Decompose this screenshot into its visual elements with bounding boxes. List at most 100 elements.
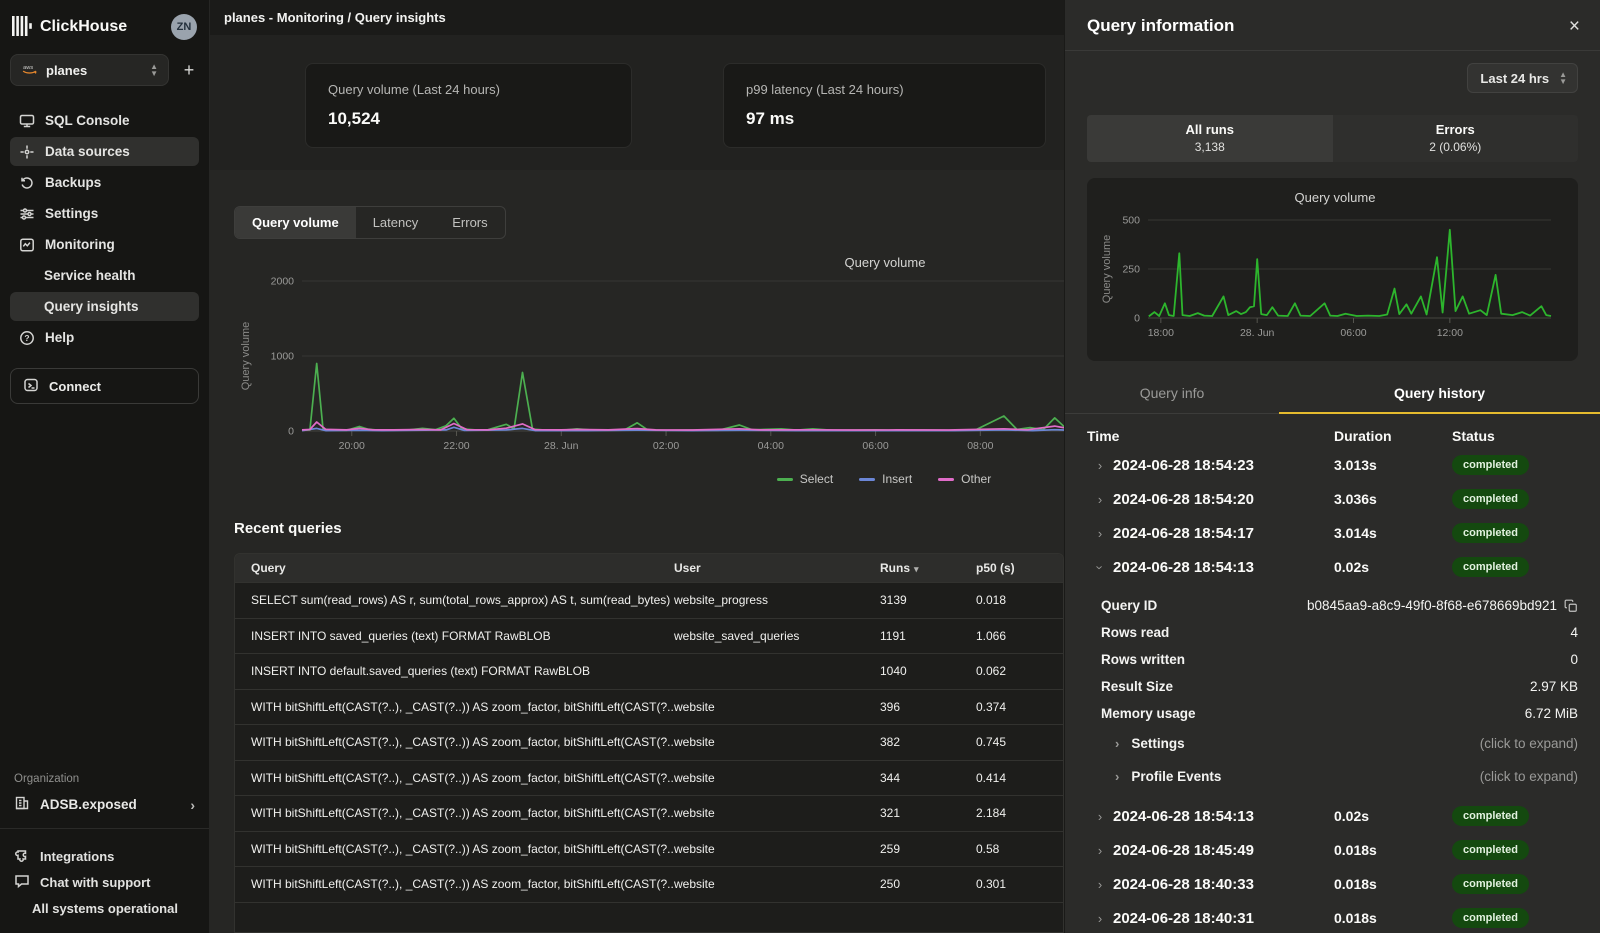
column-header-p50-s-[interactable]: p50 (s) (976, 561, 1064, 575)
toggle-label: All runs (1087, 122, 1333, 137)
table-row[interactable]: WITH bitShiftLeft(CAST(?..), _CAST(?..))… (235, 689, 1063, 725)
panel-header: Query information × (1065, 0, 1600, 51)
chevron-down-icon[interactable]: › (1093, 554, 1108, 580)
detail-row-rows-read: Rows read4 (1101, 619, 1578, 646)
chevron-right-icon[interactable]: › (1087, 458, 1113, 473)
status-badge: completed (1452, 489, 1529, 509)
connect-button[interactable]: Connect (10, 368, 199, 404)
sidebar-item-settings[interactable]: Settings (10, 199, 199, 228)
status-cell: completed (1452, 840, 1578, 860)
status-cell: completed (1452, 874, 1578, 894)
user-cell: website_progress (674, 593, 880, 607)
column-header-query[interactable]: Query (251, 561, 674, 575)
sidebar: ClickHouse ZN aws planes ▲▼ + SQL Consol… (0, 0, 210, 933)
history-row[interactable]: ›2024-06-28 18:40:330.018scompleted (1087, 867, 1578, 901)
chevron-right-icon[interactable]: › (1087, 911, 1113, 926)
chevron-right-icon[interactable]: › (1087, 877, 1113, 892)
table-row[interactable]: SELECT sum(read_rows) AS r, sum(total_ro… (235, 582, 1063, 618)
table-row[interactable]: WITH bitShiftLeft(CAST(?..), _CAST(?..))… (235, 866, 1063, 902)
tab-latency[interactable]: Latency (356, 207, 436, 238)
table-row[interactable]: WITH bitShiftLeft(CAST(?..), _CAST(?..))… (235, 760, 1063, 796)
table-row[interactable]: WITH bitShiftLeft(CAST(?..), _CAST(?..))… (235, 724, 1063, 760)
copy-icon[interactable] (1564, 599, 1578, 613)
workspace-selector[interactable]: aws planes ▲▼ (10, 54, 169, 86)
settings-icon (18, 205, 35, 222)
chevron-right-icon[interactable]: › (1087, 492, 1113, 507)
table-row[interactable]: INSERT INTO saved_queries (text) FORMAT … (235, 618, 1063, 654)
table-row[interactable]: WITH bitShiftLeft(CAST(?..), _CAST(?..))… (235, 795, 1063, 831)
history-row[interactable]: ›2024-06-28 18:54:130.02scompleted (1087, 550, 1578, 584)
p50-cell: 1.066 (976, 629, 1064, 643)
aws-icon: aws (21, 63, 38, 78)
legend-item-select[interactable]: Select (777, 472, 833, 486)
sidebar-item-query-insights[interactable]: Query insights (10, 292, 199, 321)
footer-item-chat-with-support[interactable]: Chat with support (10, 869, 199, 895)
organization-selector[interactable]: ADSB.exposed › (10, 795, 199, 828)
sidebar-item-data-sources[interactable]: Data sources (10, 137, 199, 166)
sidebar-item-backups[interactable]: Backups (10, 168, 199, 197)
chevron-right-icon[interactable]: › (1087, 809, 1113, 824)
query-info-panel: Query information × Last 24 hrs ▲▼ All r… (1064, 0, 1600, 933)
clickhouse-logo-icon (12, 16, 32, 39)
legend-swatch (777, 478, 793, 481)
chevron-updown-icon: ▲▼ (1559, 71, 1567, 85)
history-row[interactable]: ›2024-06-28 18:45:490.018scompleted (1087, 833, 1578, 867)
table-body: SELECT sum(read_rows) AS r, sum(total_ro… (235, 582, 1063, 902)
history-time: 2024-06-28 18:54:13 (1113, 808, 1334, 825)
runs-cell: 1040 (880, 664, 976, 678)
status-badge: completed (1452, 806, 1529, 826)
query-volume-chart-svg: 01000200020:0022:0028. Jun02:0004:0006:0… (234, 253, 1064, 467)
sidebar-item-monitoring[interactable]: Monitoring (10, 230, 199, 259)
sidebar-item-sql-console[interactable]: SQL Console (10, 106, 199, 135)
stat-card: Query volume (Last 24 hours)10,524 (305, 63, 632, 148)
footer-item-all-systems-operational[interactable]: All systems operational (10, 895, 199, 921)
query-cell: WITH bitShiftLeft(CAST(?..), _CAST(?..))… (251, 842, 674, 856)
tab-query-info[interactable]: Query info (1065, 375, 1279, 413)
toggle-all-runs[interactable]: All runs 3,138 (1087, 115, 1333, 162)
legend-item-insert[interactable]: Insert (859, 472, 912, 486)
mini-query-volume-chart: 025050018:0028. Jun06:0012:00Query volum… (1095, 186, 1565, 352)
legend-label: Other (961, 472, 991, 486)
add-service-button[interactable]: + (179, 60, 199, 81)
query-volume-chart[interactable]: 01000200020:0022:0028. Jun02:0004:0006:0… (234, 253, 1064, 470)
toggle-errors[interactable]: Errors2 (0.06%) (1333, 115, 1579, 162)
close-icon[interactable]: × (1569, 17, 1580, 36)
expandable-profile-events[interactable]: ›Profile Events(click to expand) (1101, 760, 1578, 793)
workspace-name: planes (46, 63, 142, 78)
chart-tabs: Query volumeLatencyErrors (234, 206, 506, 239)
history-column-duration: Duration (1334, 428, 1452, 444)
table-row[interactable]: WITH bitShiftLeft(CAST(?..), _CAST(?..))… (235, 831, 1063, 867)
history-row[interactable]: ›2024-06-28 18:54:130.02scompleted (1087, 799, 1578, 833)
history-time: 2024-06-28 18:54:13 (1113, 559, 1334, 576)
history-header-row: TimeDurationStatus (1087, 414, 1578, 448)
legend-label: Select (800, 472, 833, 486)
legend-item-other[interactable]: Other (938, 472, 991, 486)
time-range-dropdown[interactable]: Last 24 hrs ▲▼ (1467, 63, 1578, 93)
expandable-settings[interactable]: ›Settings(click to expand) (1101, 727, 1578, 760)
stat-value: 97 ms (746, 109, 1023, 129)
chevron-right-icon[interactable]: › (1087, 843, 1113, 858)
table-row[interactable]: INSERT INTO default.saved_queries (text)… (235, 653, 1063, 689)
avatar[interactable]: ZN (171, 14, 197, 40)
column-header-user[interactable]: User (674, 561, 880, 575)
chevron-right-icon[interactable]: › (1087, 526, 1113, 541)
status-cell: completed (1452, 908, 1578, 928)
history-row[interactable]: ›2024-06-28 18:40:310.018scompleted (1087, 901, 1578, 933)
tab-query-volume[interactable]: Query volume (235, 207, 356, 238)
column-header-runs[interactable]: Runs▾ (880, 561, 976, 575)
tab-errors[interactable]: Errors (435, 207, 504, 238)
history-row[interactable]: ›2024-06-28 18:54:233.013scompleted (1087, 448, 1578, 482)
sidebar-item-help[interactable]: ?Help (10, 323, 199, 352)
integrations-icon (14, 847, 30, 866)
status-cell: completed (1452, 806, 1578, 826)
organization-name: ADSB.exposed (40, 797, 180, 812)
runs-cell: 1191 (880, 629, 976, 643)
toggle-value: 3,138 (1087, 140, 1333, 154)
history-row[interactable]: ›2024-06-28 18:54:173.014scompleted (1087, 516, 1578, 550)
history-row[interactable]: ›2024-06-28 18:54:203.036scompleted (1087, 482, 1578, 516)
sidebar-item-service-health[interactable]: Service health (10, 261, 199, 290)
footer-item-integrations[interactable]: Integrations (10, 843, 199, 869)
tab-query-history[interactable]: Query history (1279, 375, 1600, 414)
time-range-value: Last 24 hrs (1480, 71, 1549, 86)
p50-cell: 0.301 (976, 877, 1064, 891)
